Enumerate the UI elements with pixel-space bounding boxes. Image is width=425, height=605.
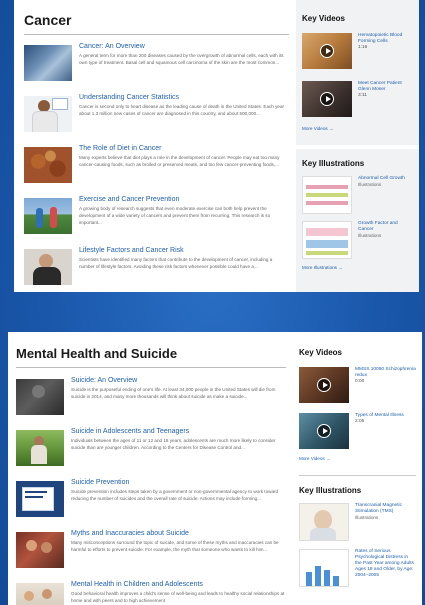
article-description: Many experts believe that diet plays a r… bbox=[79, 155, 280, 167]
video-duration: 0:00 bbox=[355, 379, 365, 384]
illustration-type: Illustrations bbox=[358, 182, 382, 187]
article-thumbnail[interactable] bbox=[24, 249, 72, 285]
section-title: Mental Health and Suicide bbox=[16, 332, 286, 368]
article-description: A growing body of research suggests that… bbox=[79, 206, 271, 225]
key-videos-heading: Key Videos bbox=[299, 348, 342, 357]
article-link[interactable]: Cancer: An Overview bbox=[79, 43, 289, 51]
video-item[interactable]: Meet Cancer Patient Glenn Moser 3:11 bbox=[302, 81, 413, 117]
play-icon[interactable] bbox=[320, 92, 334, 106]
article-thumbnail[interactable] bbox=[24, 45, 72, 81]
video-title[interactable]: MMSS 10050 Schizophrenia redux bbox=[355, 367, 416, 379]
article-description: A general term for more than 200 disease… bbox=[79, 53, 284, 65]
article-list: Cancer: An Overview A general term for m… bbox=[24, 43, 289, 292]
illustration-type: Illustrations bbox=[355, 515, 379, 520]
video-item[interactable]: Types of Mental Illness 2:05 bbox=[299, 413, 416, 449]
article-description: Scientists have identified many factors … bbox=[79, 257, 273, 269]
article-link[interactable]: Suicide Prevention bbox=[71, 479, 286, 487]
cancer-panel: Cancer Cancer: An Overview A general ter… bbox=[14, 0, 419, 292]
more-illustrations-link[interactable]: More Illustrations → bbox=[302, 265, 413, 270]
article-description: Cancer is second only to heart disease a… bbox=[79, 104, 285, 116]
article-description: Suicide prevention includes steps taken … bbox=[71, 489, 279, 501]
illustration-item[interactable]: Abnormal Cell Growth Illustrations bbox=[302, 176, 413, 214]
video-item[interactable]: Hematopoietic Blood Forming Cells 1:16 bbox=[302, 33, 413, 69]
cancer-main: Cancer Cancer: An Overview A general ter… bbox=[24, 0, 289, 292]
illustration-thumbnail[interactable] bbox=[299, 549, 349, 587]
play-icon[interactable] bbox=[320, 44, 334, 58]
video-title[interactable]: Meet Cancer Patient Glenn Moser bbox=[358, 81, 413, 93]
video-thumbnail[interactable] bbox=[302, 81, 352, 117]
video-thumbnail[interactable] bbox=[299, 367, 349, 403]
play-icon[interactable] bbox=[317, 378, 331, 392]
video-duration: 1:16 bbox=[358, 45, 368, 50]
article-link[interactable]: Exercise and Cancer Prevention bbox=[79, 196, 289, 204]
play-icon[interactable] bbox=[317, 424, 331, 438]
illustration-thumbnail[interactable] bbox=[302, 176, 352, 214]
article-thumbnail[interactable] bbox=[24, 198, 72, 234]
more-videos-link[interactable]: More Videos → bbox=[302, 126, 413, 131]
article-thumbnail[interactable] bbox=[16, 430, 64, 466]
illustration-type: Illustrations bbox=[358, 233, 382, 238]
article-thumbnail[interactable] bbox=[16, 583, 64, 605]
article-link[interactable]: Suicide: An Overview bbox=[71, 377, 286, 385]
illustration-title[interactable]: Growth Factor and Cancer bbox=[358, 221, 413, 233]
divider bbox=[299, 475, 416, 476]
article-list: Suicide: An Overview Suicide is the purp… bbox=[16, 377, 286, 605]
article-link[interactable]: Understanding Cancer Statistics bbox=[79, 94, 289, 102]
video-thumbnail[interactable] bbox=[302, 33, 352, 69]
illustration-thumbnail[interactable] bbox=[302, 221, 352, 259]
article-link[interactable]: The Role of Diet in Cancer bbox=[79, 145, 289, 153]
illustration-title[interactable]: Rates of Serious Psychological Distress … bbox=[355, 549, 416, 579]
article-item: Suicide: An Overview Suicide is the purp… bbox=[16, 377, 286, 428]
illustration-thumbnail[interactable] bbox=[299, 503, 349, 541]
article-item: Mental Health in Children and Adolescent… bbox=[16, 581, 286, 605]
article-item: Myths and Inaccuracies about Suicide Man… bbox=[16, 530, 286, 581]
key-illustrations-heading: Key Illustrations bbox=[302, 159, 365, 168]
illustration-item[interactable]: Transcranial Magnetic Stimulation (TMS) … bbox=[299, 503, 416, 541]
article-thumbnail[interactable] bbox=[24, 147, 72, 183]
article-link[interactable]: Suicide in Adolescents and Teenagers bbox=[71, 428, 286, 436]
section-title: Cancer bbox=[24, 0, 289, 35]
article-item: Understanding Cancer Statistics Cancer i… bbox=[24, 94, 289, 145]
mental-health-main: Mental Health and Suicide Suicide: An Ov… bbox=[16, 332, 286, 605]
mental-health-sidebar: Key Videos MMSS 10050 Schizophrenia redu… bbox=[293, 332, 422, 605]
illustration-title[interactable]: Transcranial Magnetic Stimulation (TMS) bbox=[355, 503, 416, 515]
video-duration: 2:05 bbox=[355, 419, 365, 424]
article-item: Cancer: An Overview A general term for m… bbox=[24, 43, 289, 94]
article-link[interactable]: Lifestyle Factors and Cancer Risk bbox=[79, 247, 289, 255]
article-description: Good behavioral health improves a child'… bbox=[71, 591, 285, 603]
illustration-item[interactable]: Growth Factor and Cancer Illustrations bbox=[302, 221, 413, 259]
article-item: Suicide in Adolescents and Teenagers Ind… bbox=[16, 428, 286, 479]
mental-health-panel: Mental Health and Suicide Suicide: An Ov… bbox=[8, 332, 422, 605]
article-link[interactable]: Mental Health in Children and Adolescent… bbox=[71, 581, 286, 589]
article-thumbnail[interactable] bbox=[16, 379, 64, 415]
key-illustrations-heading: Key Illustrations bbox=[299, 486, 362, 495]
article-item: Exercise and Cancer Prevention A growing… bbox=[24, 196, 289, 247]
video-duration: 3:11 bbox=[358, 93, 367, 98]
article-description: Individuals between the ages of 11 or 12… bbox=[71, 438, 276, 450]
more-videos-link[interactable]: More Videos → bbox=[299, 456, 416, 461]
video-title[interactable]: Hematopoietic Blood Forming Cells bbox=[358, 33, 413, 45]
divider bbox=[296, 145, 419, 149]
article-description: Suicide is the purposeful ending of one'… bbox=[71, 387, 276, 399]
article-thumbnail[interactable] bbox=[16, 532, 64, 568]
article-item: Lifestyle Factors and Cancer Risk Scient… bbox=[24, 247, 289, 292]
article-item: Suicide Prevention Suicide prevention in… bbox=[16, 479, 286, 530]
key-videos-heading: Key Videos bbox=[302, 14, 345, 23]
illustration-item[interactable]: Rates of Serious Psychological Distress … bbox=[299, 549, 416, 587]
article-link[interactable]: Myths and Inaccuracies about Suicide bbox=[71, 530, 286, 538]
cancer-sidebar: Key Videos Hematopoietic Blood Forming C… bbox=[296, 0, 419, 292]
video-thumbnail[interactable] bbox=[299, 413, 349, 449]
video-item[interactable]: MMSS 10050 Schizophrenia redux 0:00 bbox=[299, 367, 416, 403]
article-thumbnail[interactable] bbox=[24, 96, 72, 132]
article-description: Many misconceptions surround the topic o… bbox=[71, 540, 279, 552]
article-thumbnail[interactable] bbox=[16, 481, 64, 517]
article-item: The Role of Diet in Cancer Many experts … bbox=[24, 145, 289, 196]
